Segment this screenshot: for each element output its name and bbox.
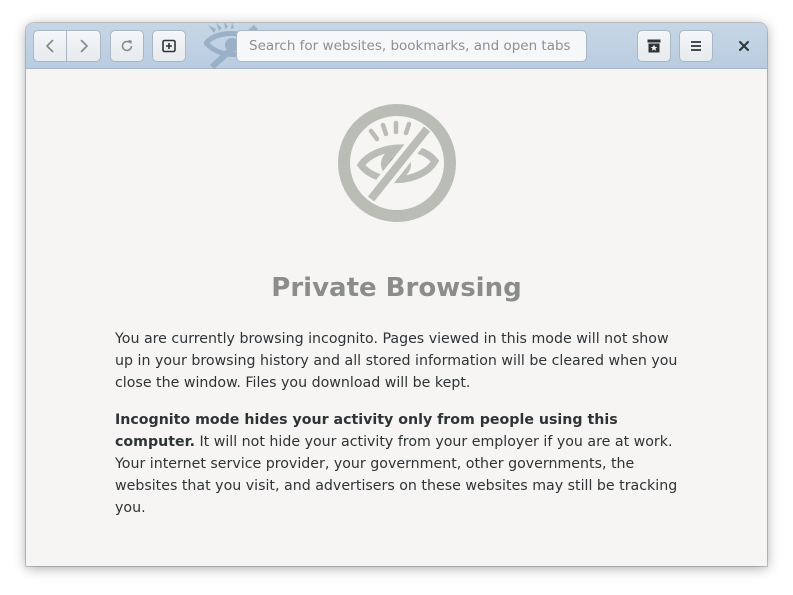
back-button[interactable] [33, 30, 67, 62]
chevron-left-icon [46, 39, 54, 53]
new-tab-button[interactable] [152, 30, 186, 62]
warning-text: It will not hide your activity from your… [115, 434, 678, 516]
reload-button[interactable] [110, 30, 144, 62]
hamburger-menu-icon [691, 41, 701, 51]
main-menu-button[interactable] [679, 30, 713, 62]
new-tab-icon [162, 39, 176, 53]
close-icon [739, 41, 749, 51]
bookmarks-button[interactable] [637, 30, 671, 62]
search-input[interactable] [236, 30, 587, 62]
intro-paragraph: You are currently browsing incognito. Pa… [115, 331, 678, 391]
headerbar [26, 23, 767, 69]
reload-icon [121, 40, 133, 52]
page-title: Private Browsing [271, 273, 522, 303]
chevron-right-icon [80, 39, 88, 53]
private-browsing-eye-icon [338, 104, 456, 222]
browser-window: Private Browsing You are currently brows… [26, 23, 767, 566]
private-browsing-page: Private Browsing You are currently brows… [26, 69, 767, 566]
forward-button[interactable] [67, 30, 101, 62]
bookmark-star-icon [647, 39, 661, 53]
close-window-button[interactable] [730, 30, 758, 62]
warning-paragraph: Incognito mode hides your activity only … [115, 409, 680, 519]
